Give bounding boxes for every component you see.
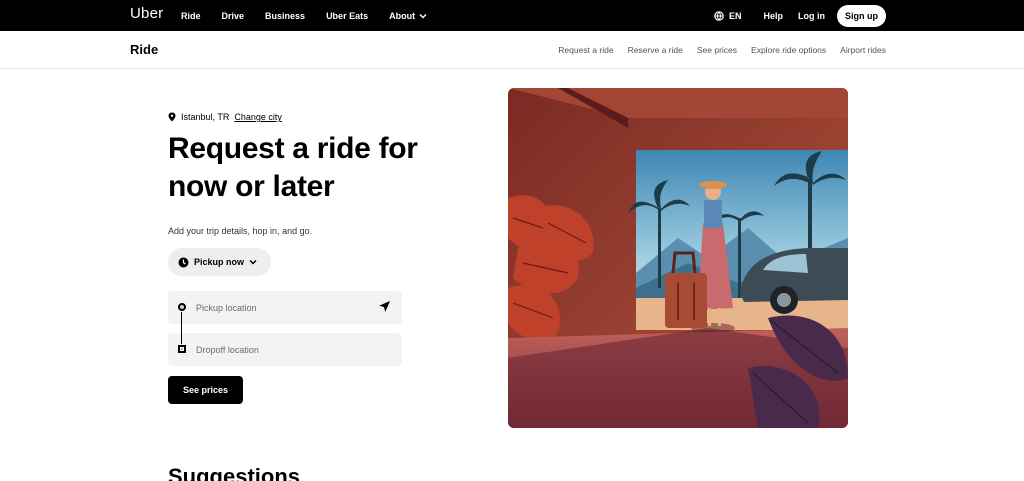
subnav-reserve-ride[interactable]: Reserve a ride [628, 45, 683, 55]
hero-title-line2: now or later [168, 170, 335, 203]
subnav-request-ride[interactable]: Request a ride [558, 45, 613, 55]
sub-navbar: Ride Request a ride Reserve a ride See p… [0, 31, 1024, 69]
hero-title: Request a ride for now or later [168, 130, 448, 206]
navigation-arrow-icon[interactable] [378, 300, 391, 313]
chevron-down-icon [419, 13, 427, 18]
nav-link-business[interactable]: Business [265, 11, 305, 21]
sub-nav-links: Request a ride Reserve a ride See prices… [544, 31, 886, 69]
signup-button[interactable]: Sign up [837, 4, 886, 27]
language-label: EN [728, 10, 742, 21]
account-nav: EN Help Log in Sign up [714, 0, 886, 31]
help-link[interactable]: Help [763, 11, 783, 21]
hero-title-line1: Request a ride for [168, 132, 418, 165]
subnav-see-prices[interactable]: See prices [697, 45, 737, 55]
section-title[interactable]: Ride [130, 42, 158, 57]
main-nav: Ride Drive Business Uber Eats About [181, 0, 448, 31]
see-prices-button[interactable]: See prices [168, 376, 243, 404]
current-location: Istanbul, TR Change city [168, 112, 282, 122]
pickup-time-label: Pickup now [194, 257, 245, 267]
chevron-down-icon [249, 259, 257, 265]
change-city-link[interactable]: Change city [234, 112, 282, 122]
pickup-dot-icon [178, 303, 186, 311]
hero-subtitle: Add your trip details, hop in, and go. [168, 226, 313, 236]
uber-logo[interactable]: Uber [130, 5, 163, 22]
pickup-location-input[interactable]: Pickup location [168, 291, 402, 324]
nav-link-drive[interactable]: Drive [222, 11, 245, 21]
nav-link-uber-eats[interactable]: Uber Eats [326, 11, 368, 21]
clock-icon [178, 257, 189, 267]
language-selector[interactable]: EN [714, 10, 742, 21]
hero-illustration [508, 88, 848, 428]
subnav-airport-rides[interactable]: Airport rides [840, 45, 886, 55]
login-link[interactable]: Log in [798, 11, 825, 21]
globe-icon [714, 10, 724, 21]
pickup-time-dropdown[interactable]: Pickup now [168, 248, 271, 276]
dropoff-location-input[interactable]: Dropoff location [168, 333, 402, 366]
dropoff-square-icon [178, 345, 186, 353]
subnav-explore-options[interactable]: Explore ride options [751, 45, 826, 55]
nav-link-about[interactable]: About [389, 11, 427, 21]
city-name: Istanbul, TR [181, 112, 230, 122]
top-navbar: Uber Ride Drive Business Uber Eats About… [0, 0, 1024, 31]
route-connector [181, 312, 182, 344]
nav-link-ride[interactable]: Ride [181, 11, 201, 21]
suggestions-heading: Suggestions [168, 464, 301, 481]
about-label: About [389, 10, 416, 21]
location-pin-icon [168, 112, 176, 122]
